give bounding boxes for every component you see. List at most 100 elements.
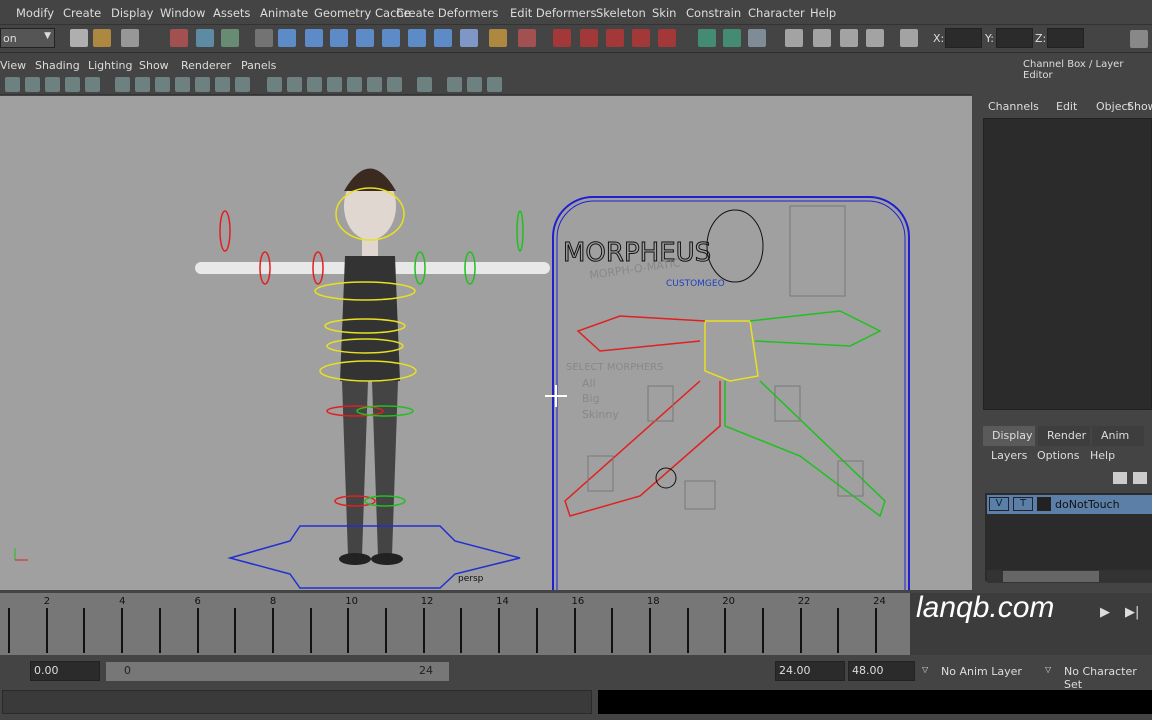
toolbar-icon-18[interactable] [553,29,571,47]
panel-menu-lighting[interactable]: Lighting [88,59,132,72]
command-input[interactable] [2,690,592,714]
menu-edit-deformers[interactable]: Edit Deformers [510,6,596,20]
toolbar-icon-26[interactable] [785,29,803,47]
tab-anim[interactable]: Anim [1092,426,1144,446]
perspective-viewport[interactable]: MORPHEUS MORPH-O-MATIC CUSTOMGEO SELECT … [0,96,972,590]
toolbar-icon-28[interactable] [840,29,858,47]
toolbar-icon-11[interactable] [356,29,374,47]
panel-tool-icon-22[interactable] [467,77,482,92]
x-field[interactable] [945,28,982,48]
layer-row[interactable]: V T doNotTouch [987,495,1152,514]
menu-skin[interactable]: Skin [652,6,676,20]
panel-tool-icon-1[interactable] [5,77,20,92]
panel-menu-show[interactable]: Show [139,59,169,72]
toolbar-icon-20[interactable] [606,29,624,47]
panel-tool-icon-14[interactable] [287,77,302,92]
character-model[interactable] [195,168,550,589]
range-slider[interactable]: 0 24 [106,662,449,681]
menu-assets[interactable]: Assets [213,6,250,20]
toolbar-icon-8[interactable] [278,29,296,47]
toolbar-icon-23[interactable] [698,29,716,47]
layer-color-swatch[interactable] [1037,497,1051,511]
toolbar-icon-25[interactable] [748,29,766,47]
panel-tool-icon-9[interactable] [175,77,190,92]
toolbar-icon-27[interactable] [813,29,831,47]
toolbar-icon-30[interactable] [900,29,918,47]
panel-tool-icon-10[interactable] [195,77,210,92]
channel-box-menu-show[interactable]: Show [1127,100,1152,113]
layer-menu-options[interactable]: Options [1037,449,1079,462]
toolbar-icon-2[interactable] [93,29,111,47]
layer-scrollbar[interactable] [987,570,1152,583]
scrollbar-thumb[interactable] [1003,571,1099,582]
panel-menu-renderer[interactable]: Renderer [181,59,231,72]
toolbar-icon-6[interactable] [221,29,239,47]
panel-tool-icon-21[interactable] [447,77,462,92]
y-field[interactable] [996,28,1033,48]
z-field[interactable] [1047,28,1084,48]
create-layer-selected-icon[interactable] [1133,472,1147,484]
channel-box-toggle-icon[interactable] [1130,30,1148,48]
panel-tool-icon-12[interactable] [235,77,250,92]
layer-menu-layers[interactable]: Layers [991,449,1027,462]
tab-display[interactable]: Display [983,426,1035,446]
panel-tool-icon-17[interactable] [347,77,362,92]
select-skinny-button[interactable]: Skinny [582,408,619,421]
time-slider[interactable]: 2 4 6 8 10 12 14 16 18 20 22 24 [0,593,910,655]
tab-render[interactable]: Render [1038,426,1090,446]
channel-list[interactable] [983,118,1152,410]
layer-visibility-toggle[interactable]: V [989,497,1009,511]
channel-box-menu-edit[interactable]: Edit [1056,100,1077,113]
create-layer-icon[interactable] [1113,472,1127,484]
max-time-field[interactable]: 48.00 [848,661,915,681]
menu-character[interactable]: Character [748,6,805,20]
toolbar-icon-10[interactable] [330,29,348,47]
panel-tool-icon-6[interactable] [115,77,130,92]
toolbar-icon-22[interactable] [658,29,676,47]
menu-create[interactable]: Create [63,6,101,20]
toolbar-icon-19[interactable] [580,29,598,47]
toolbar-icon-29[interactable] [866,29,884,47]
toolbar-icon-5[interactable] [196,29,214,47]
select-all-button[interactable]: All [582,377,596,390]
panel-tool-icon-19[interactable] [387,77,402,92]
menu-skeleton[interactable]: Skeleton [596,6,646,20]
panel-tool-icon-18[interactable] [367,77,382,92]
panel-tool-icon-5[interactable] [85,77,100,92]
panel-tool-icon-2[interactable] [25,77,40,92]
anim-layer-dropdown[interactable]: No Anim Layer [941,665,1022,678]
panel-menu-panels[interactable]: Panels [241,59,276,72]
toolbar-icon-15[interactable] [460,29,478,47]
toolbar-icon-1[interactable] [70,29,88,47]
toolbar-icon-21[interactable] [632,29,650,47]
panel-tool-icon-11[interactable] [215,77,230,92]
panel-tool-icon-15[interactable] [307,77,322,92]
toolbar-icon-16[interactable] [489,29,507,47]
menu-modify[interactable]: Modify [16,6,54,20]
panel-tool-icon-20[interactable] [417,77,432,92]
panel-tool-icon-4[interactable] [65,77,80,92]
menu-constrain[interactable]: Constrain [686,6,741,20]
panel-tool-icon-7[interactable] [135,77,150,92]
toolbar-icon-7[interactable] [255,29,273,47]
layer-menu-help[interactable]: Help [1090,449,1115,462]
menu-window[interactable]: Window [160,6,205,20]
panel-tool-icon-3[interactable] [45,77,60,92]
panel-tool-icon-8[interactable] [155,77,170,92]
menu-create-deformers[interactable]: Create Deformers [396,6,498,20]
toolbar-icon-3[interactable] [121,29,139,47]
select-big-button[interactable]: Big [582,392,600,405]
menu-animate[interactable]: Animate [260,6,308,20]
start-time-field[interactable]: 0.00 [30,661,100,681]
menu-help[interactable]: Help [810,6,836,20]
panel-tool-icon-13[interactable] [267,77,282,92]
panel-tool-icon-23[interactable] [487,77,502,92]
mode-dropdown[interactable]: on ▼ [0,28,55,48]
toolbar-icon-14[interactable] [434,29,452,47]
channel-box-menu-channels[interactable]: Channels [988,100,1039,113]
panel-menu-shading[interactable]: Shading [35,59,80,72]
toolbar-icon-4[interactable] [170,29,188,47]
custom-geo-button[interactable]: CUSTOMGEO [666,279,725,289]
toolbar-icon-13[interactable] [408,29,426,47]
toolbar-icon-9[interactable] [305,29,323,47]
